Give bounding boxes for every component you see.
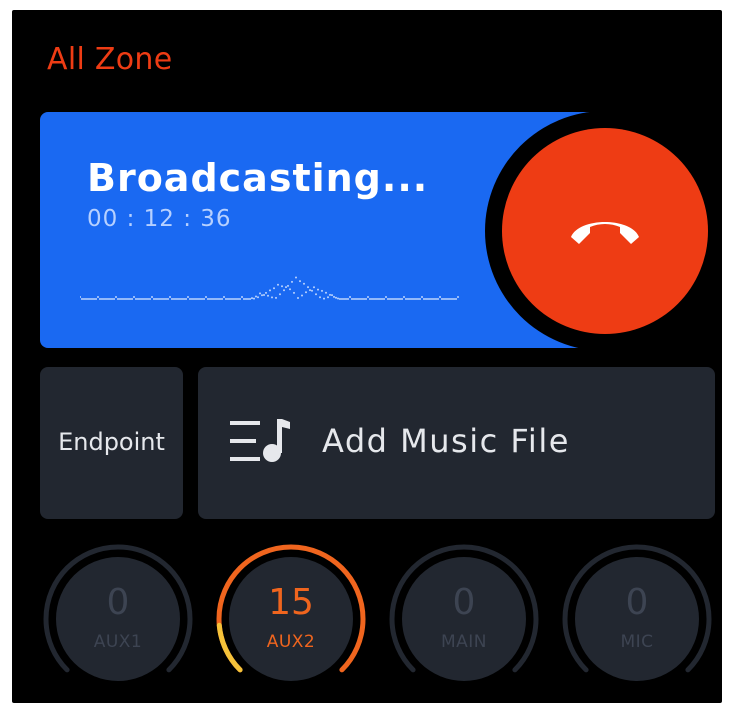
knob-value: 0 — [625, 582, 649, 623]
playlist-music-icon — [230, 419, 290, 462]
knob-label: AUX1 — [93, 632, 143, 652]
broadcast-screen: All Zone Broadcasting... 00 : 12 : 36 En… — [12, 10, 722, 703]
endpoint-button[interactable]: Endpoint — [40, 367, 183, 519]
knob-value: 15 — [268, 582, 314, 623]
knob-label: MIC — [620, 632, 654, 652]
volume-knob-aux1[interactable]: 0 AUX1 — [41, 542, 195, 696]
hangup-button[interactable] — [502, 128, 708, 334]
knob-label: AUX2 — [266, 632, 316, 652]
phone-hangup-icon — [571, 222, 639, 244]
audio-waveform — [80, 276, 459, 300]
endpoint-label: Endpoint — [58, 428, 165, 456]
knob-value: 0 — [452, 582, 476, 623]
knob-label: MAIN — [440, 632, 488, 652]
add-music-file-label: Add Music File — [322, 422, 570, 460]
zone-title: All Zone — [47, 42, 173, 77]
volume-knob-main[interactable]: 0 MAIN — [387, 542, 541, 696]
volume-knob-aux2[interactable]: 15 AUX2 — [214, 542, 368, 696]
broadcast-status: Broadcasting... — [87, 156, 429, 200]
knob-value: 0 — [106, 582, 130, 623]
broadcast-timer: 00 : 12 : 36 — [87, 206, 232, 232]
add-music-file-button[interactable]: Add Music File — [198, 367, 715, 519]
volume-knob-mic[interactable]: 0 MIC — [560, 542, 714, 696]
